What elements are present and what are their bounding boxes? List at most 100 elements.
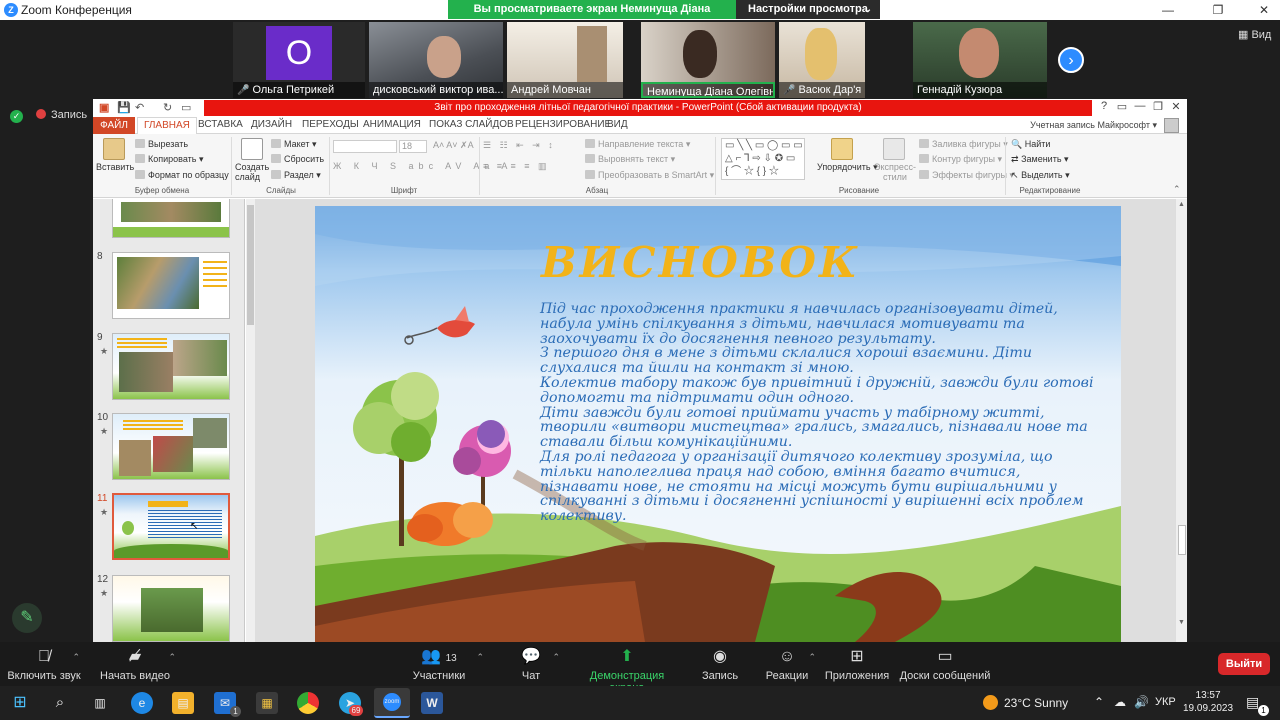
shapes-gallery[interactable]: ▭ ╲ ╲ ▭ ◯ ▭ ▭ △ ⌐ ⅂ ⇨ ⇩ ✪ ▭{ ⌒ ☆ { } ☆ [721,138,805,180]
chevron-up-icon[interactable]: ⌃ [72,652,80,663]
align-buttons[interactable]: ≡ ≡ ≡ ≡ ▥ [483,161,550,172]
chevron-up-icon[interactable]: ⌃ [168,652,176,663]
slide-thumbnail[interactable] [112,413,230,480]
tab-animation[interactable]: АНИМАЦИЯ [363,119,421,130]
participant-tile[interactable]: O 🎤 Ольга Петрикей [233,22,365,98]
maximize-icon[interactable]: ❐ [1208,2,1228,18]
reset-button[interactable]: Сбросить [271,154,324,164]
participants-button[interactable]: 👥 13 Участники ⌃ [410,642,484,682]
shape-outline-button[interactable]: Контур фигуры ▾ [919,154,1002,165]
arrange-button[interactable]: Упорядочить ▾ [817,162,878,173]
close-icon[interactable]: ✕ [1254,2,1274,18]
new-slide-button[interactable]: Создать слайд [235,162,275,182]
slide-thumbnail[interactable] [112,252,230,319]
format-painter-button[interactable]: Формат по образцу [135,170,229,180]
weather-widget[interactable]: 23°C Sunny [983,695,1068,710]
layout-button[interactable]: Макет ▾ [271,139,317,150]
chevron-up-icon[interactable]: ⌃ [808,652,816,663]
undo-icon[interactable]: ↶ [135,101,144,114]
participant-tile[interactable]: Геннадій Кузюра [913,22,1047,98]
whiteboards-button[interactable]: ▭ Доски сообщений [898,642,992,682]
apps-button[interactable]: ⊞ Приложения [824,642,890,682]
next-page-button[interactable]: › [1058,47,1084,73]
view-button[interactable]: ▦ Вид [1238,28,1271,41]
participant-tile[interactable]: Неминуща Діана Олегівна [641,22,775,98]
slide-thumbnail[interactable] [112,575,230,642]
file-explorer-icon[interactable]: ▤ [172,692,194,714]
font-size-buttons[interactable]: A˄ A˅ ✗A [433,140,474,151]
participant-tile[interactable]: Андрей Мовчан [507,22,623,98]
text-direction-button[interactable]: Направление текста ▾ [585,139,690,150]
volume-icon[interactable]: 🔊 [1134,695,1149,709]
start-video-button[interactable]: ▰̸ Начать видео ⌃ [98,642,176,682]
tray-expand-icon[interactable]: ⌃ [1094,695,1104,709]
paste-button[interactable]: Вставить [96,162,134,172]
chrome-icon[interactable] [297,692,319,714]
shape-fill-button[interactable]: Заливка фигуры ▾ [919,139,1008,150]
collapse-ribbon-icon[interactable]: ⌃ [1173,184,1181,195]
section-button[interactable]: Раздел ▾ [271,170,321,181]
network-icon[interactable]: ☁ [1114,695,1126,709]
quick-styles-button[interactable]: Экспресс-стили [873,162,917,182]
tab-transitions[interactable]: ПЕРЕХОДЫ [302,119,359,130]
participant-tile[interactable]: дисковський виктор ива... [369,22,503,98]
shield-icon[interactable]: ✓ [10,110,23,123]
participant-tile[interactable]: 🎤 Васюк Дар'я [779,22,865,98]
search-icon[interactable]: ⌕ [49,692,71,714]
clock[interactable]: 13:57 19.09.2023 [1183,689,1233,715]
chevron-up-icon[interactable]: ⌃ [476,652,484,663]
align-text-button[interactable]: Выровнять текст ▾ [585,154,675,165]
copy-button[interactable]: Копировать ▾ [135,154,204,165]
slide-thumbnail-selected[interactable]: ↖ [112,493,230,560]
slide-title[interactable]: ВИСНОВОК [541,238,860,287]
replace-button[interactable]: ⇄ Заменить ▾ [1011,154,1069,165]
unmute-button[interactable]: 🎙̸ Включить звук ⌃ [6,642,82,682]
save-icon[interactable]: 💾 [117,101,131,114]
maximize-icon[interactable]: ❐ [1149,100,1167,113]
tab-home[interactable]: ГЛАВНАЯ [137,117,197,135]
view-settings-button[interactable]: Настройки просмотра ⌄ [736,0,880,19]
record-button[interactable]: ◉ Запись [698,642,742,682]
task-view-icon[interactable]: ▥ [89,692,111,714]
scroll-up-icon[interactable]: ▲ [1178,201,1185,208]
language-indicator[interactable]: УКР [1155,696,1176,708]
slide-body-text[interactable]: Під час проходження практики я навчилась… [540,302,1100,524]
minimize-icon[interactable]: — [1131,100,1149,112]
slideshow-icon[interactable]: ▭ [181,101,191,114]
leave-button[interactable]: Выйти [1218,653,1270,675]
windows-start-icon[interactable]: ⊞ [9,692,31,714]
slide-scrollbar[interactable]: ▲ ▼ [1175,199,1187,642]
close-icon[interactable]: ✕ [1167,100,1185,113]
word-icon[interactable]: W [421,692,443,714]
scrollbar-thumb[interactable] [1178,525,1186,555]
list-buttons[interactable]: ☰ ☷ ⇤ ⇥ ↕ [483,140,556,151]
cut-button[interactable]: Вырезать [135,139,188,149]
slide-thumbnail[interactable] [112,199,230,238]
chat-button[interactable]: 💬 Чат ⌃ [514,642,560,682]
chevron-up-icon[interactable]: ⌃ [552,652,560,663]
reactions-button[interactable]: ☺ Реакции ⌃ [762,642,816,682]
current-slide[interactable]: ВИСНОВОК Під час проходження практики я … [315,206,1121,642]
find-button[interactable]: 🔍 Найти [1011,139,1050,150]
edge-icon[interactable]: e [131,692,153,714]
store-icon[interactable]: ▦ [256,692,278,714]
redo-icon[interactable]: ↻ [163,101,172,114]
tab-review[interactable]: РЕЦЕНЗИРОВАНИЕ [515,119,611,130]
smartart-button[interactable]: Преобразовать в SmartArt ▾ [585,170,714,181]
ribbon-options-icon[interactable]: ▭ [1113,100,1131,113]
tab-insert[interactable]: ВСТАВКА [198,119,243,130]
tab-slideshow[interactable]: ПОКАЗ СЛАЙДОВ [429,119,514,130]
tab-design[interactable]: ДИЗАЙН [251,119,292,130]
minimize-icon[interactable]: — [1158,2,1178,18]
recording-indicator[interactable]: Запись [36,109,87,121]
font-name-input[interactable] [333,140,397,153]
font-size-input[interactable]: 18 [399,140,427,153]
scrollbar-thumb[interactable] [247,205,254,325]
thumbnails-scrollbar[interactable] [246,199,255,642]
tab-view[interactable]: ВИД [607,119,628,130]
annotate-pen-button[interactable]: ✎ [12,603,42,633]
slide-thumbnail[interactable] [112,333,230,400]
help-icon[interactable]: ? [1095,100,1113,112]
scroll-down-icon[interactable]: ▼ [1178,619,1185,626]
select-button[interactable]: ↖ Выделить ▾ [1011,170,1070,181]
